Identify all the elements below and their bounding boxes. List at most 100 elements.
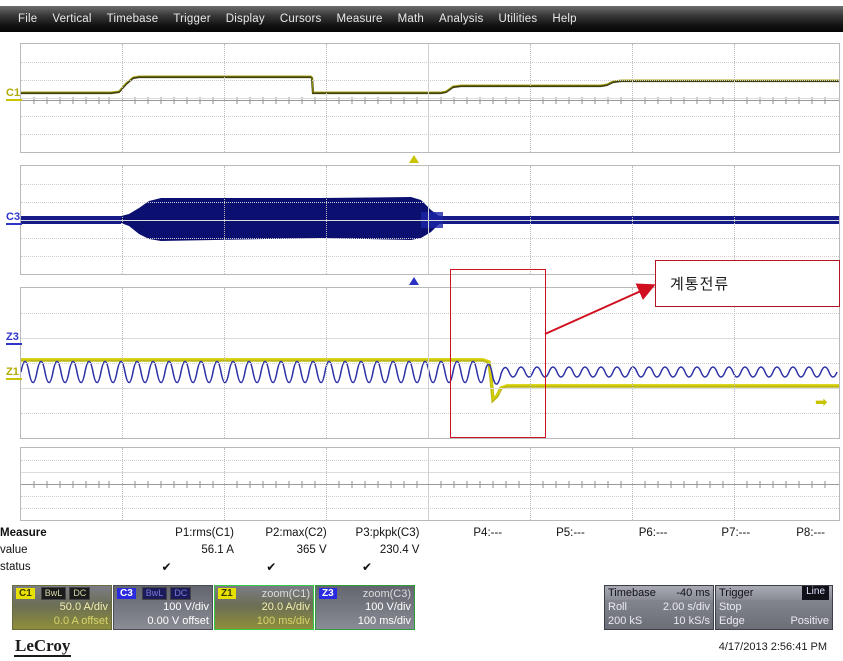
measure-value-p5 (502, 541, 585, 558)
descriptor-c3-offset: 0.00 V offset (147, 615, 209, 627)
grid-ticks-pane4 (33, 481, 826, 488)
timebase-panel-header: Timebase -40 ms (605, 586, 713, 600)
menu-item-utilities[interactable]: Utilities (498, 13, 537, 25)
grid-pane-c1[interactable] (20, 43, 840, 153)
trigger-source: Line (802, 586, 829, 600)
grid-pane-empty[interactable] (20, 447, 840, 521)
measure-status-p2: ✔ (266, 559, 277, 574)
timebase-title: Timebase (608, 587, 656, 599)
timestamp: 4/17/2013 2:56:41 PM (718, 641, 827, 653)
channel-marker-c1[interactable]: C1 (5, 88, 23, 101)
measure-col-header-p5[interactable]: P5:--- (502, 524, 585, 541)
measure-status-p6 (585, 558, 668, 575)
descriptor-c1-offset: 0.0 A offset (53, 615, 108, 627)
menu-item-measure[interactable]: Measure (337, 13, 383, 25)
timebase-delay: -40 ms (676, 587, 710, 599)
measurement-status-row: status ✔ ✔ ✔ (0, 558, 843, 575)
descriptor-z1-header: Z1 zoom(C1) (218, 587, 310, 600)
channel-marker-z3[interactable]: Z3 (5, 332, 23, 345)
descriptor-c1[interactable]: C1 BwL DC 50.0 A/div 0.0 A offset (12, 585, 112, 630)
measure-col-header-p6[interactable]: P6:--- (585, 524, 668, 541)
menu-item-vertical[interactable]: Vertical (52, 13, 91, 25)
descriptor-c3-badge-coupling: DC (170, 587, 192, 600)
channel-marker-c1-bar (6, 99, 22, 101)
channel-marker-c3-bar (6, 223, 22, 225)
menu-item-trigger[interactable]: Trigger (173, 13, 210, 25)
descriptor-z3-tag: Z3 (319, 588, 337, 599)
measure-status-p5 (502, 558, 585, 575)
descriptor-c3-badge-bwl: BwL (141, 587, 168, 600)
menu-item-timebase[interactable]: Timebase (107, 13, 159, 25)
channel-marker-z3-label: Z3 (6, 331, 19, 343)
timebase-memory: 200 kS (608, 615, 643, 627)
descriptor-z3-source: zoom(C3) (362, 587, 411, 600)
trigger-state-row: Stop (716, 600, 832, 614)
status-row-label: status (0, 560, 31, 573)
descriptor-c3-header: C3 BwL DC (117, 587, 209, 600)
descriptor-z3-header: Z3 zoom(C3) (319, 587, 411, 600)
measure-status-p1: ✔ (161, 559, 172, 574)
descriptor-c1-badge-bwl: BwL (40, 587, 67, 600)
grid-pane-c3[interactable] (20, 165, 840, 275)
channel-marker-z1[interactable]: Z1 (5, 367, 23, 380)
menu-item-cursors[interactable]: Cursors (280, 13, 322, 25)
annotation-callout-box: 계통전류 (655, 260, 840, 307)
channel-marker-z3-bar (6, 343, 22, 345)
measurement-grid: Measure P1:rms(C1) P2:max(C2) P3:pkpk(C3… (0, 524, 843, 575)
measure-status-p4 (419, 558, 502, 575)
lecroy-logo: LeCroy (14, 636, 72, 657)
measure-value-p4 (419, 541, 502, 558)
descriptor-z1-tag: Z1 (218, 588, 236, 599)
measure-value-p1: 56.1 A (201, 543, 234, 556)
menu-item-display[interactable]: Display (226, 13, 265, 25)
menu-item-help[interactable]: Help (552, 13, 576, 25)
descriptor-z1-vertical-scale: 20.0 A/div (261, 601, 310, 613)
value-row-label: value (0, 543, 28, 556)
menu-bar: File Vertical Timebase Trigger Display C… (0, 6, 843, 32)
descriptor-c1-header: C1 BwL DC (16, 587, 108, 600)
timebase-sample-rate: 10 kS/s (673, 615, 710, 627)
descriptor-z1-source: zoom(C1) (261, 587, 310, 600)
channel-marker-c3[interactable]: C3 (5, 212, 23, 225)
descriptor-z3-vertical-scale: 100 V/div (365, 601, 411, 613)
descriptor-c3-tag: C3 (117, 588, 136, 599)
timebase-panel[interactable]: Timebase -40 ms Roll 2.00 s/div 200 kS 1… (604, 585, 714, 630)
zoom-right-arrow-icon[interactable]: ➡ (815, 395, 828, 410)
timebase-mode-row: Roll 2.00 s/div (605, 600, 713, 614)
waveform-trace-c3 (21, 197, 839, 241)
channel-marker-c1-label: C1 (6, 87, 21, 99)
trigger-position-marker-icon[interactable] (409, 155, 419, 163)
timebase-scale: 2.00 s/div (662, 601, 710, 613)
descriptor-c1-tag: C1 (16, 588, 35, 599)
zoom-position-marker-icon[interactable] (409, 277, 419, 285)
menu-item-analysis[interactable]: Analysis (439, 13, 483, 25)
measure-col-header-p1[interactable]: P1:rms(C1) (121, 524, 234, 541)
measure-value-p2: 365 V (296, 543, 327, 556)
measure-col-header-p2[interactable]: P2:max(C2) (234, 524, 326, 541)
descriptor-c3-vertical-scale: 100 V/div (163, 601, 209, 613)
measure-col-header-p3[interactable]: P3:pkpk(C3) (327, 524, 420, 541)
waveform-trace-zoom (21, 358, 839, 404)
descriptor-z1[interactable]: Z1 zoom(C1) 20.0 A/div 100 ms/div (214, 585, 314, 630)
descriptor-z3[interactable]: Z3 zoom(C3) 100 V/div 100 ms/div (315, 585, 415, 630)
measure-col-header-p8[interactable]: P8:--- (750, 524, 843, 541)
descriptor-c3[interactable]: C3 BwL DC 100 V/div 0.00 V offset (113, 585, 213, 630)
measure-col-header-p7[interactable]: P7:--- (667, 524, 750, 541)
timebase-mode: Roll (608, 601, 627, 613)
measurement-header-row: Measure P1:rms(C1) P2:max(C2) P3:pkpk(C3… (0, 524, 843, 541)
descriptor-c1-badge-coupling: DC (69, 587, 91, 600)
trigger-type-row: Edge Positive (716, 614, 832, 628)
trigger-type: Edge (719, 615, 745, 627)
trigger-state: Stop (719, 601, 742, 613)
channel-marker-c3-label: C3 (6, 211, 21, 223)
menu-item-math[interactable]: Math (398, 13, 424, 25)
measure-value-p8 (750, 541, 843, 558)
grid-pane-zoom[interactable] (20, 287, 840, 439)
trigger-panel[interactable]: Trigger Line Stop Edge Positive (715, 585, 833, 630)
waveform-display-area: C1 C3 Z3 Z1 ➡ 계통전류 (0, 36, 843, 521)
measure-col-header-p4[interactable]: P4:--- (419, 524, 502, 541)
menu-item-file[interactable]: File (18, 13, 37, 25)
measure-value-p3: 230.4 V (379, 543, 420, 556)
annotation-highlight-box (450, 269, 546, 438)
timebase-memory-row: 200 kS 10 kS/s (605, 614, 713, 628)
